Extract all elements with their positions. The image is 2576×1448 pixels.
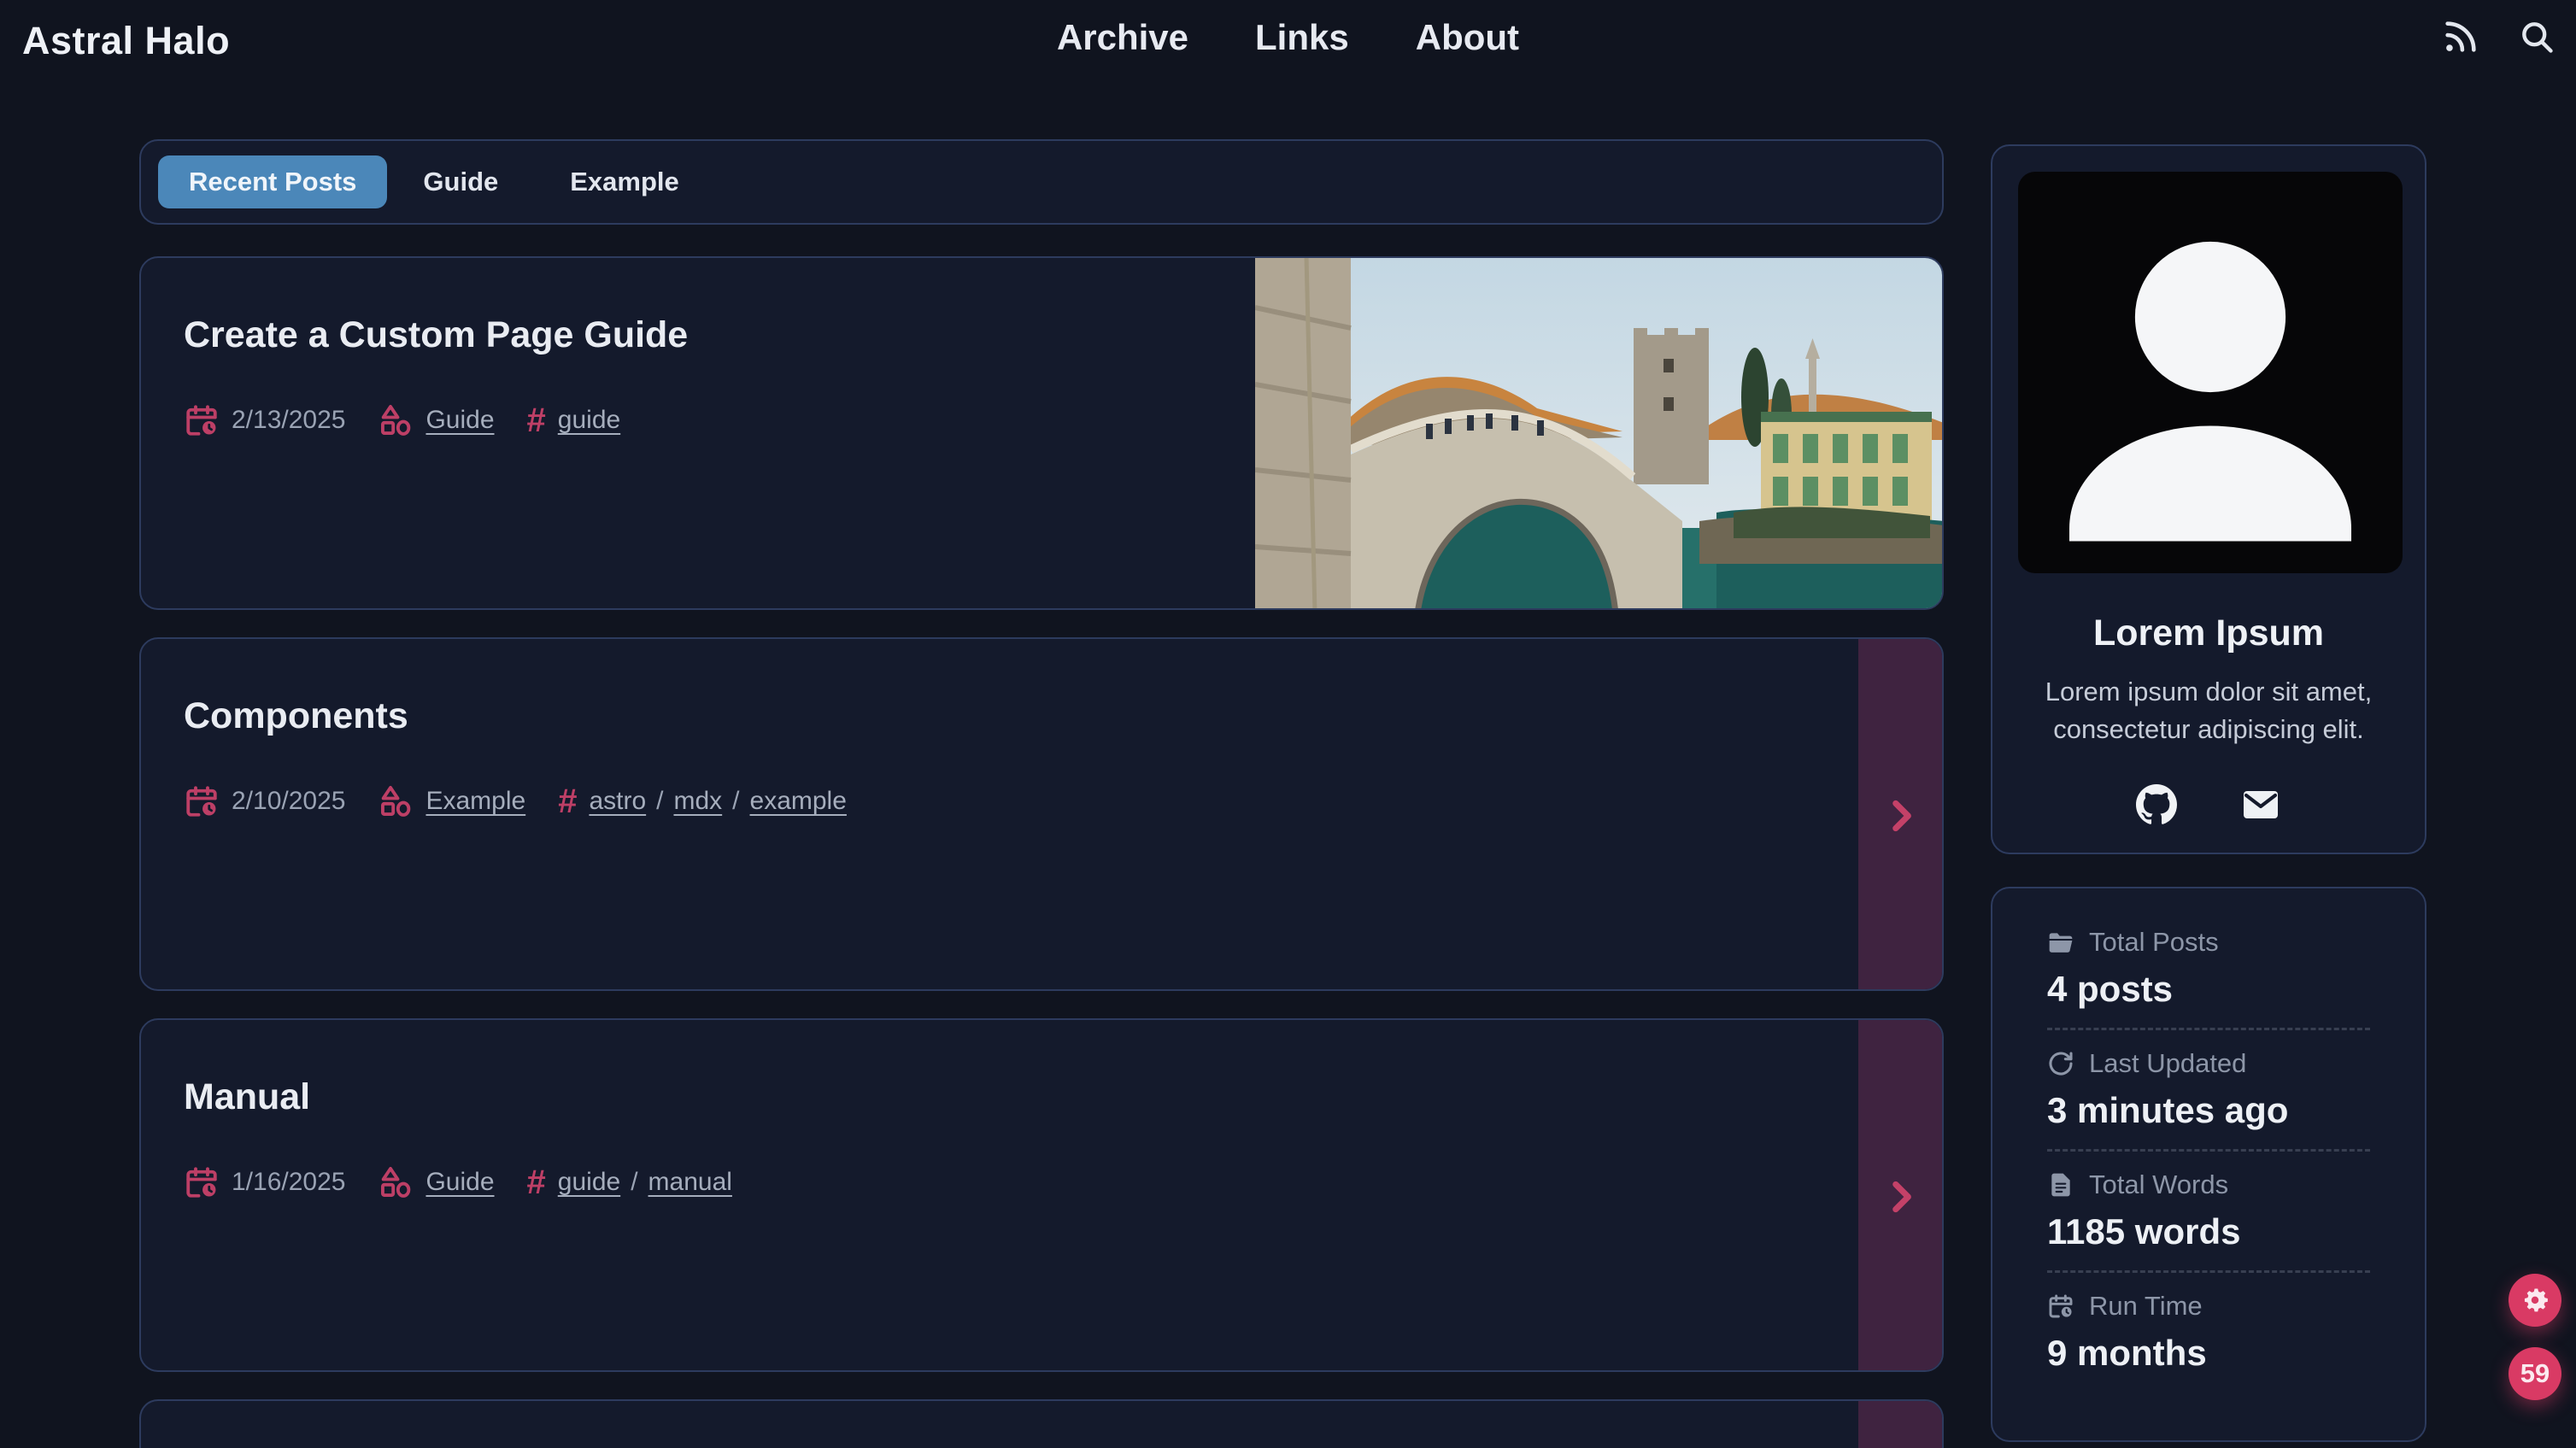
profile-links <box>2018 784 2399 825</box>
stat-label-text: Run Time <box>2089 1291 2203 1322</box>
tag-link[interactable]: guide <box>558 406 620 435</box>
hash-icon: # <box>527 403 546 437</box>
stat-label-text: Last Updated <box>2089 1048 2246 1079</box>
calendar-clock-icon <box>184 402 220 438</box>
post-tags: # astro / mdx / example <box>558 784 847 818</box>
hash-icon: # <box>558 784 577 818</box>
post-tags: # guide / manual <box>527 1165 732 1199</box>
shapes-icon <box>378 783 414 819</box>
post-card[interactable]: Create a Custom Page Guide 2/13/2025 Gui… <box>139 256 1944 610</box>
tag-separator: / <box>732 787 739 816</box>
stat-total-words: Total Words 1185 words <box>2047 1149 2370 1270</box>
person-icon <box>2018 189 2403 573</box>
profile-bio: Lorem ipsum dolor sit amet, consectetur … <box>2018 673 2399 748</box>
stat-total-posts: Total Posts 4 posts <box>2047 909 2370 1028</box>
tag-link[interactable]: astro <box>589 787 646 816</box>
site-stats-card: Total Posts 4 posts Last Updated 3 minut… <box>1991 887 2426 1442</box>
stat-label-text: Total Posts <box>2089 927 2219 958</box>
post-category: Guide <box>378 1164 494 1200</box>
tag-link[interactable]: manual <box>648 1168 732 1197</box>
nav-item-archive[interactable]: Archive <box>1057 17 1188 58</box>
settings-button[interactable] <box>2509 1274 2561 1327</box>
gear-icon <box>2520 1286 2550 1315</box>
stat-run-time: Run Time 9 months <box>2047 1270 2370 1392</box>
category-link[interactable]: Guide <box>425 1168 494 1197</box>
folder-icon <box>2047 929 2074 956</box>
document-icon <box>2047 1171 2074 1199</box>
profile-card: Lorem Ipsum Lorem ipsum dolor sit amet, … <box>1991 144 2426 854</box>
post-date-text: 2/13/2025 <box>232 406 345 435</box>
chevron-right-icon <box>1880 1175 1922 1218</box>
post-card-partial[interactable] <box>139 1399 1944 1448</box>
nav-actions <box>2441 17 2555 56</box>
shapes-icon <box>378 402 414 438</box>
post-enter-strip[interactable] <box>1858 637 1944 991</box>
calendar-clock-icon <box>184 783 220 819</box>
post-enter-strip[interactable] <box>1858 1018 1944 1372</box>
tag-link[interactable]: example <box>750 787 847 816</box>
stat-last-updated: Last Updated 3 minutes ago <box>2047 1028 2370 1149</box>
navbar: Astral Halo Archive Links About <box>0 0 2576 77</box>
avatar <box>2018 172 2403 573</box>
mail-icon[interactable] <box>2240 784 2281 825</box>
search-icon[interactable] <box>2518 18 2555 56</box>
tab-example[interactable]: Example <box>534 155 715 208</box>
post-date: 1/16/2025 <box>184 1164 345 1200</box>
post-filter-tabs: Recent Posts Guide Example <box>139 139 1944 225</box>
post-date: 2/13/2025 <box>184 402 345 438</box>
bridge-photo-illustration <box>1255 256 1944 610</box>
main-content: Recent Posts Guide Example Create a Cust… <box>139 139 1944 1448</box>
post-date: 2/10/2025 <box>184 783 345 819</box>
post-date-text: 2/10/2025 <box>232 787 345 816</box>
calendar-clock-icon <box>2047 1293 2074 1320</box>
post-date-text: 1/16/2025 <box>232 1168 345 1197</box>
tag-link[interactable]: mdx <box>673 787 722 816</box>
post-title: Components <box>184 695 1942 737</box>
chevron-right-icon <box>1880 794 1922 837</box>
post-title: Manual <box>184 1076 1942 1118</box>
tag-separator: / <box>631 1168 637 1197</box>
post-meta: 2/10/2025 Example # astro / mdx / exam <box>184 783 1942 819</box>
tab-recent-posts[interactable]: Recent Posts <box>158 155 387 208</box>
sidebar: Lorem Ipsum Lorem ipsum dolor sit amet, … <box>1991 144 2426 1442</box>
scroll-percentage-badge[interactable]: 59 <box>2509 1347 2561 1400</box>
shapes-icon <box>378 1164 414 1200</box>
stat-label-text: Total Words <box>2089 1170 2228 1200</box>
calendar-clock-icon <box>184 1164 220 1200</box>
post-enter-strip[interactable] <box>1858 1399 1944 1448</box>
stat-value-text: 9 months <box>2047 1333 2370 1374</box>
stat-value-text: 3 minutes ago <box>2047 1090 2370 1131</box>
nav-item-links[interactable]: Links <box>1255 17 1349 58</box>
post-category: Example <box>378 783 525 819</box>
tab-guide[interactable]: Guide <box>387 155 534 208</box>
post-card[interactable]: Components 2/10/2025 Example # <box>139 637 1944 991</box>
post-meta: 1/16/2025 Guide # guide / manual <box>184 1164 1942 1200</box>
hash-icon: # <box>527 1165 546 1199</box>
stat-value-text: 1185 words <box>2047 1211 2370 1252</box>
nav-item-about[interactable]: About <box>1416 17 1519 58</box>
rss-icon[interactable] <box>2441 17 2480 56</box>
category-link[interactable]: Example <box>425 787 525 816</box>
profile-name: Lorem Ipsum <box>2018 613 2399 654</box>
post-cover-image <box>1255 256 1944 610</box>
github-icon[interactable] <box>2136 784 2177 825</box>
refresh-icon <box>2047 1050 2074 1077</box>
post-category: Guide <box>378 402 494 438</box>
post-card[interactable]: Manual 1/16/2025 Guide # <box>139 1018 1944 1372</box>
post-tags: # guide <box>527 403 621 437</box>
tag-separator: / <box>656 787 663 816</box>
stat-value-text: 4 posts <box>2047 969 2370 1010</box>
main-nav: Archive Links About <box>0 17 2576 58</box>
tag-link[interactable]: guide <box>558 1168 620 1197</box>
category-link[interactable]: Guide <box>425 406 494 435</box>
